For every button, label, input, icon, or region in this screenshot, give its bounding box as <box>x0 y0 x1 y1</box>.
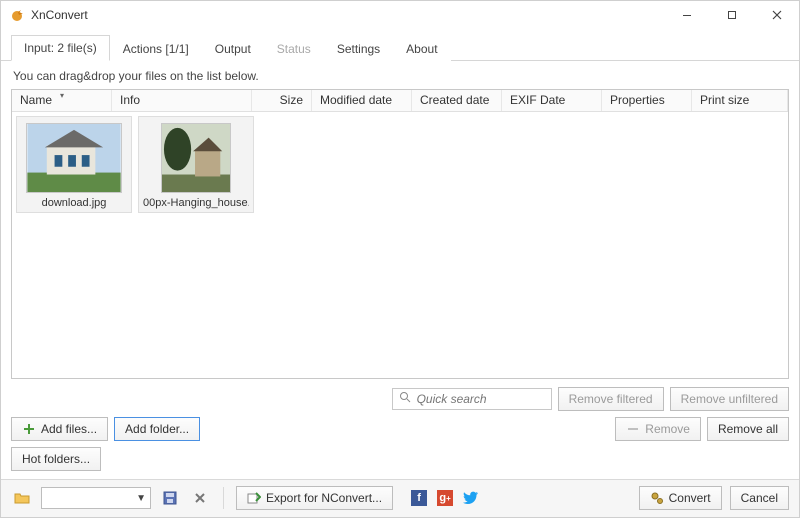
remove-unfiltered-button[interactable]: Remove unfiltered <box>670 387 789 411</box>
column-name-label: Name <box>20 93 52 107</box>
search-row: Remove filtered Remove unfiltered <box>11 387 789 411</box>
hot-folders-button[interactable]: Hot folders... <box>11 447 101 471</box>
hot-folders-row: Hot folders... <box>11 447 789 471</box>
list-item[interactable]: download.jpg <box>16 116 132 213</box>
column-print-size[interactable]: Print size <box>692 90 788 111</box>
remove-button[interactable]: Remove <box>615 417 701 441</box>
x-icon <box>194 492 206 504</box>
save-preset-button[interactable] <box>159 487 181 509</box>
floppy-disk-icon <box>163 491 177 505</box>
sort-indicator-icon: ▾ <box>60 91 64 100</box>
thumbnail-image <box>26 123 122 193</box>
googleplus-icon[interactable]: g+ <box>437 490 453 506</box>
drag-drop-hint: You can drag&drop your files on the list… <box>13 69 787 83</box>
app-window: XnConvert Input: 2 file(s) Actions [1/1]… <box>0 0 800 518</box>
main-panel: You can drag&drop your files on the list… <box>1 61 799 479</box>
tab-status: Status <box>264 36 324 61</box>
minus-icon <box>626 422 640 436</box>
export-nconvert-label: Export for NConvert... <box>266 491 382 505</box>
remove-filtered-button[interactable]: Remove filtered <box>558 387 664 411</box>
column-headers: Name ▾ Info Size Modified date Created d… <box>12 90 788 112</box>
bottom-bar: ▼ Export for NConvert... f g+ C <box>1 479 799 517</box>
app-title: XnConvert <box>31 8 88 22</box>
chevron-down-icon: ▼ <box>136 493 146 504</box>
quick-search-box[interactable] <box>392 388 552 410</box>
folder-icon <box>14 490 30 506</box>
column-created[interactable]: Created date <box>412 90 502 111</box>
add-remove-row: Add files... Add folder... Remove Remove… <box>11 417 789 441</box>
column-properties[interactable]: Properties <box>602 90 692 111</box>
tab-about[interactable]: About <box>393 36 450 61</box>
column-info[interactable]: Info <box>112 90 252 111</box>
remove-label: Remove <box>645 422 690 436</box>
plus-icon <box>22 422 36 436</box>
add-folder-button[interactable]: Add folder... <box>114 417 200 441</box>
tab-settings[interactable]: Settings <box>324 36 393 61</box>
gears-icon <box>650 491 664 505</box>
twitter-icon[interactable] <box>463 490 479 506</box>
export-nconvert-button[interactable]: Export for NConvert... <box>236 486 393 510</box>
tab-actions[interactable]: Actions [1/1] <box>110 36 202 61</box>
maximize-button[interactable] <box>709 1 754 29</box>
add-files-label: Add files... <box>41 422 97 436</box>
thumbnail-label: download.jpg <box>21 197 127 209</box>
tab-input[interactable]: Input: 2 file(s) <box>11 35 110 61</box>
column-size[interactable]: Size <box>252 90 312 111</box>
add-files-button[interactable]: Add files... <box>11 417 108 441</box>
social-links: f g+ <box>411 490 479 506</box>
close-button[interactable] <box>754 1 799 29</box>
titlebar: XnConvert <box>1 1 799 30</box>
facebook-icon[interactable]: f <box>411 490 427 506</box>
list-item[interactable]: 00px-Hanging_house.. <box>138 116 254 213</box>
remove-all-button[interactable]: Remove all <box>707 417 789 441</box>
column-modified[interactable]: Modified date <box>312 90 412 111</box>
convert-label: Convert <box>669 491 711 505</box>
thumbnail-grid[interactable]: download.jpg 00px-Hanging_house.. <box>12 112 788 378</box>
preset-select[interactable]: ▼ <box>41 487 151 509</box>
delete-preset-button[interactable] <box>189 487 211 509</box>
file-list-area: Name ▾ Info Size Modified date Created d… <box>11 89 789 379</box>
app-icon <box>9 7 25 23</box>
cancel-button[interactable]: Cancel <box>730 486 789 510</box>
thumbnail-label: 00px-Hanging_house.. <box>143 197 249 209</box>
export-icon <box>247 491 261 505</box>
thumbnail-image <box>161 123 231 193</box>
search-icon <box>399 391 411 406</box>
tab-strip: Input: 2 file(s) Actions [1/1] Output St… <box>1 30 799 61</box>
minimize-button[interactable] <box>664 1 709 29</box>
separator <box>223 487 224 509</box>
quick-search-input[interactable] <box>415 391 545 407</box>
convert-button[interactable]: Convert <box>639 486 722 510</box>
column-exif[interactable]: EXIF Date <box>502 90 602 111</box>
open-preset-folder-button[interactable] <box>11 487 33 509</box>
column-name[interactable]: Name ▾ <box>12 90 112 111</box>
tab-output[interactable]: Output <box>202 36 264 61</box>
